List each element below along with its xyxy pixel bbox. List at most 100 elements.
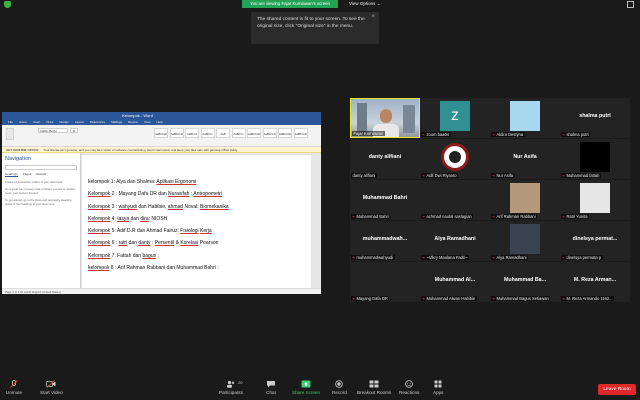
participant-name: Muhammad Alwan Habibie [426, 295, 476, 301]
style-gallery-item[interactable]: AaBbCcDd [154, 128, 168, 138]
document-text-run: 2 : Mayang Dafa DR dan [110, 191, 169, 198]
muted-microphone-icon: ⌁ [422, 213, 425, 219]
apps-icon [434, 380, 442, 388]
chat-bubble-icon [267, 381, 275, 388]
document-text-run: dan Habibie, [136, 203, 168, 210]
participant-name-label: ⌁ ~Vikry Maulana Fadri~ [421, 254, 470, 260]
view-options-menu[interactable]: View Options ⌄ [349, 0, 380, 8]
record-button[interactable]: Record [332, 380, 347, 395]
style-gallery-item[interactable]: AaBbCc [231, 128, 246, 138]
fullscreen-icon[interactable] [627, 1, 634, 8]
participants-count: 20 [238, 380, 243, 385]
participant-name-label: ⌁ Muhammad Alwan Habibie [421, 295, 477, 301]
style-gallery-item[interactable]: AaBbCc [200, 128, 215, 138]
participant-tile[interactable]: ⌁ Mayang Dafa DR [350, 262, 420, 302]
document-line: Kelompok 7: Fattah dan bagus ; [88, 250, 311, 262]
profile-picture [510, 101, 540, 131]
document-line: Kelompok 6 : ratri dan danty : Persentil… [88, 237, 311, 249]
participant-tile[interactable]: z ⌁ zoom baa04 [420, 98, 490, 138]
participant-tile[interactable]: M. Reza Arman... ⌁ M. Reza Armando 1162... [560, 262, 630, 302]
muted-microphone-icon: ⌁ [422, 295, 425, 301]
participant-display-name: M. Reza Arman... [573, 277, 617, 283]
record-icon [335, 380, 344, 388]
reactions-button[interactable]: Reactions [399, 380, 419, 395]
microphone-muted-icon [10, 380, 18, 388]
document-line: Kelompok 5: Adif D.R dan Ahmad Fairuz: F… [88, 225, 311, 237]
participant-name: Fajar Kurniawan [353, 130, 384, 136]
participant-tile[interactable]: ⌁ Alya Ramadhani [490, 221, 560, 261]
participant-tile[interactable]: ⌁ Muhammad fattah [560, 139, 630, 179]
participant-tile[interactable]: danty alifiani danty alifiani [350, 139, 420, 179]
close-icon[interactable]: × [371, 14, 375, 21]
unmute-button[interactable]: Unmute [6, 380, 22, 395]
participants-button[interactable]: 20 Participants [219, 380, 243, 395]
participant-tile[interactable]: Nur Asifa ⌁ Nur Asifa [490, 139, 560, 179]
style-gallery-item[interactable]: AaBbCcD [247, 128, 261, 138]
word-title-bar: Kelompok - Word [2, 112, 321, 120]
record-label: Record [332, 390, 347, 395]
video-camera-off-icon [46, 380, 56, 388]
participant-display-name: Nur Asifa [513, 154, 537, 160]
breakout-rooms-button[interactable]: Breakout Rooms [357, 380, 391, 395]
participant-name-label: ⌁ Arif Rahman Rabbani [491, 213, 538, 219]
participant-tile[interactable]: Alya Ramadhani ⌁ ~Vikry Maulana Fadri~ [420, 221, 490, 261]
participant-tile[interactable]: ⌁ Aldira Destyna [490, 98, 560, 138]
word-status-bar: Page 1 of 1 61 words English (United Sta… [2, 288, 321, 294]
breakout-rooms-label: Breakout Rooms [357, 390, 392, 395]
apps-button[interactable]: Apps [433, 380, 443, 395]
participant-tile[interactable]: ⌁ Arif Rahman Rabbani [490, 180, 560, 220]
meeting-toolbar: Unmute Start Video 20 Participants Chat … [0, 378, 640, 400]
style-gallery-item[interactable]: AaBbCc [185, 128, 199, 138]
style-gallery-item[interactable]: AaBbCcD [293, 128, 308, 138]
apps-label: Apps [433, 390, 444, 395]
participant-name-label: ⌁ Muhammad Bagus Setiawan [491, 295, 551, 301]
leave-room-button[interactable]: Leave Room [598, 384, 636, 395]
navigation-help-text: Create an interactive outline of your do… [5, 180, 63, 184]
person-head [380, 109, 392, 123]
document-text-run: ; [156, 252, 159, 259]
muted-microphone-icon: ⌁ [422, 254, 425, 260]
participant-name-label: Fajar Kurniawan [352, 130, 385, 136]
muted-microphone-icon: ⌁ [422, 131, 425, 137]
participant-tile[interactable]: Fajar Kurniawan [350, 98, 420, 138]
participant-tile[interactable]: Muhammad Al... ⌁ Muhammad Alwan Habibie [420, 262, 490, 302]
participant-tile[interactable]: Muhammad Bahri ⌁ Muhammad Bahri [350, 180, 420, 220]
building-shape [357, 103, 367, 133]
avatar: z [440, 101, 470, 131]
security-shield-icon[interactable] [4, 1, 11, 8]
muted-microphone-icon: ⌁ [562, 254, 565, 260]
document-line: Kelompok 3 : wahyudi dan Habibie, ahmad … [88, 201, 311, 213]
muted-microphone-icon: ⌁ [492, 254, 495, 260]
start-video-button[interactable]: Start Video [40, 380, 63, 395]
style-gallery-item[interactable]: AaBbCcD [262, 128, 277, 138]
participant-tile[interactable]: shalma putri ⌁ shalma putri [560, 98, 630, 138]
participant-tile[interactable]: ⌁ Adif Dwi Riyanto [420, 139, 490, 179]
font-size-box: 11 [70, 128, 78, 133]
participant-display-name: dinelsya permat... [572, 236, 618, 242]
style-gallery-item[interactable]: AaBbCcDd [169, 128, 184, 138]
document-text-run: : NIOSH [148, 215, 168, 222]
participant-name: Muhammad Bahri [356, 213, 389, 219]
participant-tile[interactable]: dinelsya permat... ⌁ dinelsya permata p [560, 221, 630, 261]
participant-tile[interactable]: ⌁ achmad naufal saslagian [420, 180, 490, 220]
navigation-tab[interactable]: Headings [5, 172, 18, 177]
participant-tile[interactable]: Muhammad Ba... ⌁ Muhammad Bagus Setiawan [490, 262, 560, 302]
navigation-tab[interactable]: Pages [23, 172, 32, 177]
participant-tile[interactable]: ⌁ Ratri Yunita [560, 180, 630, 220]
shared-screen[interactable]: Kelompok - Word File Home Insert Draw Design… [2, 112, 321, 294]
muted-microphone-icon: ⌁ [352, 213, 355, 219]
muted-microphone-icon: ⌁ [422, 172, 425, 178]
style-gallery-item[interactable]: AaBbCcD [278, 128, 292, 138]
document-text-run: kelompok 1: Alya dan Shalma: [88, 179, 157, 185]
participant-tile[interactable]: muhammadwah... ⌁ muhammadwahyudi [350, 221, 420, 261]
reactions-label: Reactions [399, 390, 420, 395]
style-gallery-item[interactable]: AaB [216, 128, 230, 138]
share-screen-button[interactable]: Share Screen [292, 380, 320, 395]
muted-microphone-icon: ⌁ [352, 295, 355, 301]
participant-name: Arif Rahman Rabbani [496, 213, 536, 219]
zoom-window: You are viewing Fajar Kurniawan's screen… [0, 0, 640, 400]
chat-button[interactable]: Chat [266, 380, 276, 395]
navigation-tab[interactable]: Results [36, 172, 46, 177]
document-text-run: Kerja [200, 228, 212, 235]
document-text-run: danty [138, 240, 151, 247]
